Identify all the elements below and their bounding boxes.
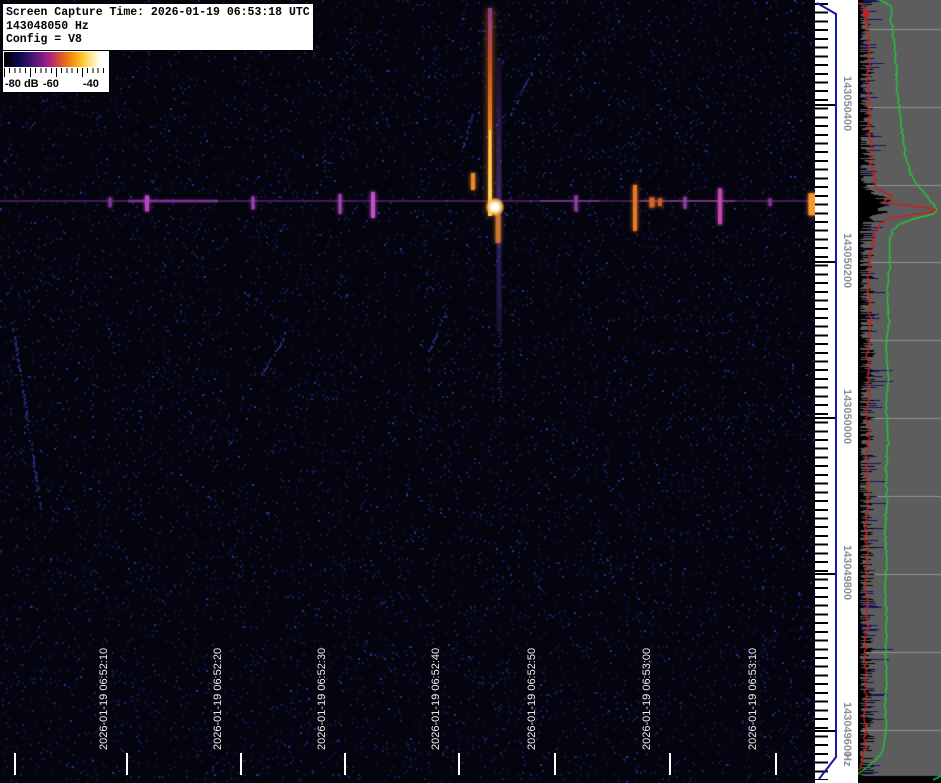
db-label-min: -80 dB [5, 78, 39, 90]
capture-time-text: Screen Capture Time: 2026-01-19 06:53:18… [6, 6, 310, 19]
time-axis-label: 2026-01-19 06:53:10 [747, 647, 759, 750]
frequency-major-tick [815, 417, 836, 419]
time-axis-tick [554, 753, 556, 775]
capture-info-box: Screen Capture Time: 2026-01-19 06:53:18… [2, 3, 314, 51]
time-axis-tick [344, 753, 346, 775]
frequency-axis-label: 143049600 [841, 702, 853, 758]
capture-frequency-text: 143048050 Hz [6, 19, 89, 33]
frequency-axis-label: 143049800 [841, 545, 853, 601]
time-axis-tick [458, 753, 460, 775]
frequency-minor-ticks [815, 3, 828, 780]
color-scale-ticks [4, 68, 108, 78]
time-axis-tick [14, 753, 16, 775]
frequency-major-tick [815, 573, 836, 575]
time-axis-tick [126, 753, 128, 775]
time-axis-label: 2026-01-19 06:52:50 [526, 647, 538, 750]
waterfall-spectrogram [0, 0, 815, 783]
frequency-major-tick [815, 730, 836, 732]
frequency-major-tick [815, 104, 836, 106]
color-scale-labels: -80 dB -60 -40 [3, 78, 109, 92]
capture-config-text: Config = V8 [6, 33, 82, 46]
time-axis-tick [669, 753, 671, 775]
time-axis-label: 2026-01-19 06:53:00 [641, 647, 653, 750]
time-axis-label: 2026-01-19 06:52:30 [316, 647, 328, 750]
spectrum-lab-capture: 143050400 143050200 143050000 143049800 1430… [0, 0, 941, 783]
time-axis-tick [775, 753, 777, 775]
time-axis-label: 2026-01-19 06:52:20 [212, 647, 224, 750]
spectrum-panel [858, 0, 941, 783]
db-label-max: -40 [83, 78, 99, 90]
color-gradient-bar [4, 52, 108, 67]
frequency-axis-label: 143050000 [841, 389, 853, 445]
frequency-major-tick [815, 261, 836, 263]
db-label-mid: -60 [43, 78, 59, 90]
frequency-unit-label: Hz [841, 753, 853, 767]
db-color-scale: -80 dB -60 -40 [2, 50, 110, 93]
frequency-axis-label: 143050400 [841, 76, 853, 132]
time-axis-label: 2026-01-19 06:52:10 [98, 647, 110, 750]
time-axis-tick [240, 753, 242, 775]
frequency-axis-label: 143050200 [841, 233, 853, 289]
time-axis-label: 2026-01-19 06:52:40 [430, 647, 442, 750]
